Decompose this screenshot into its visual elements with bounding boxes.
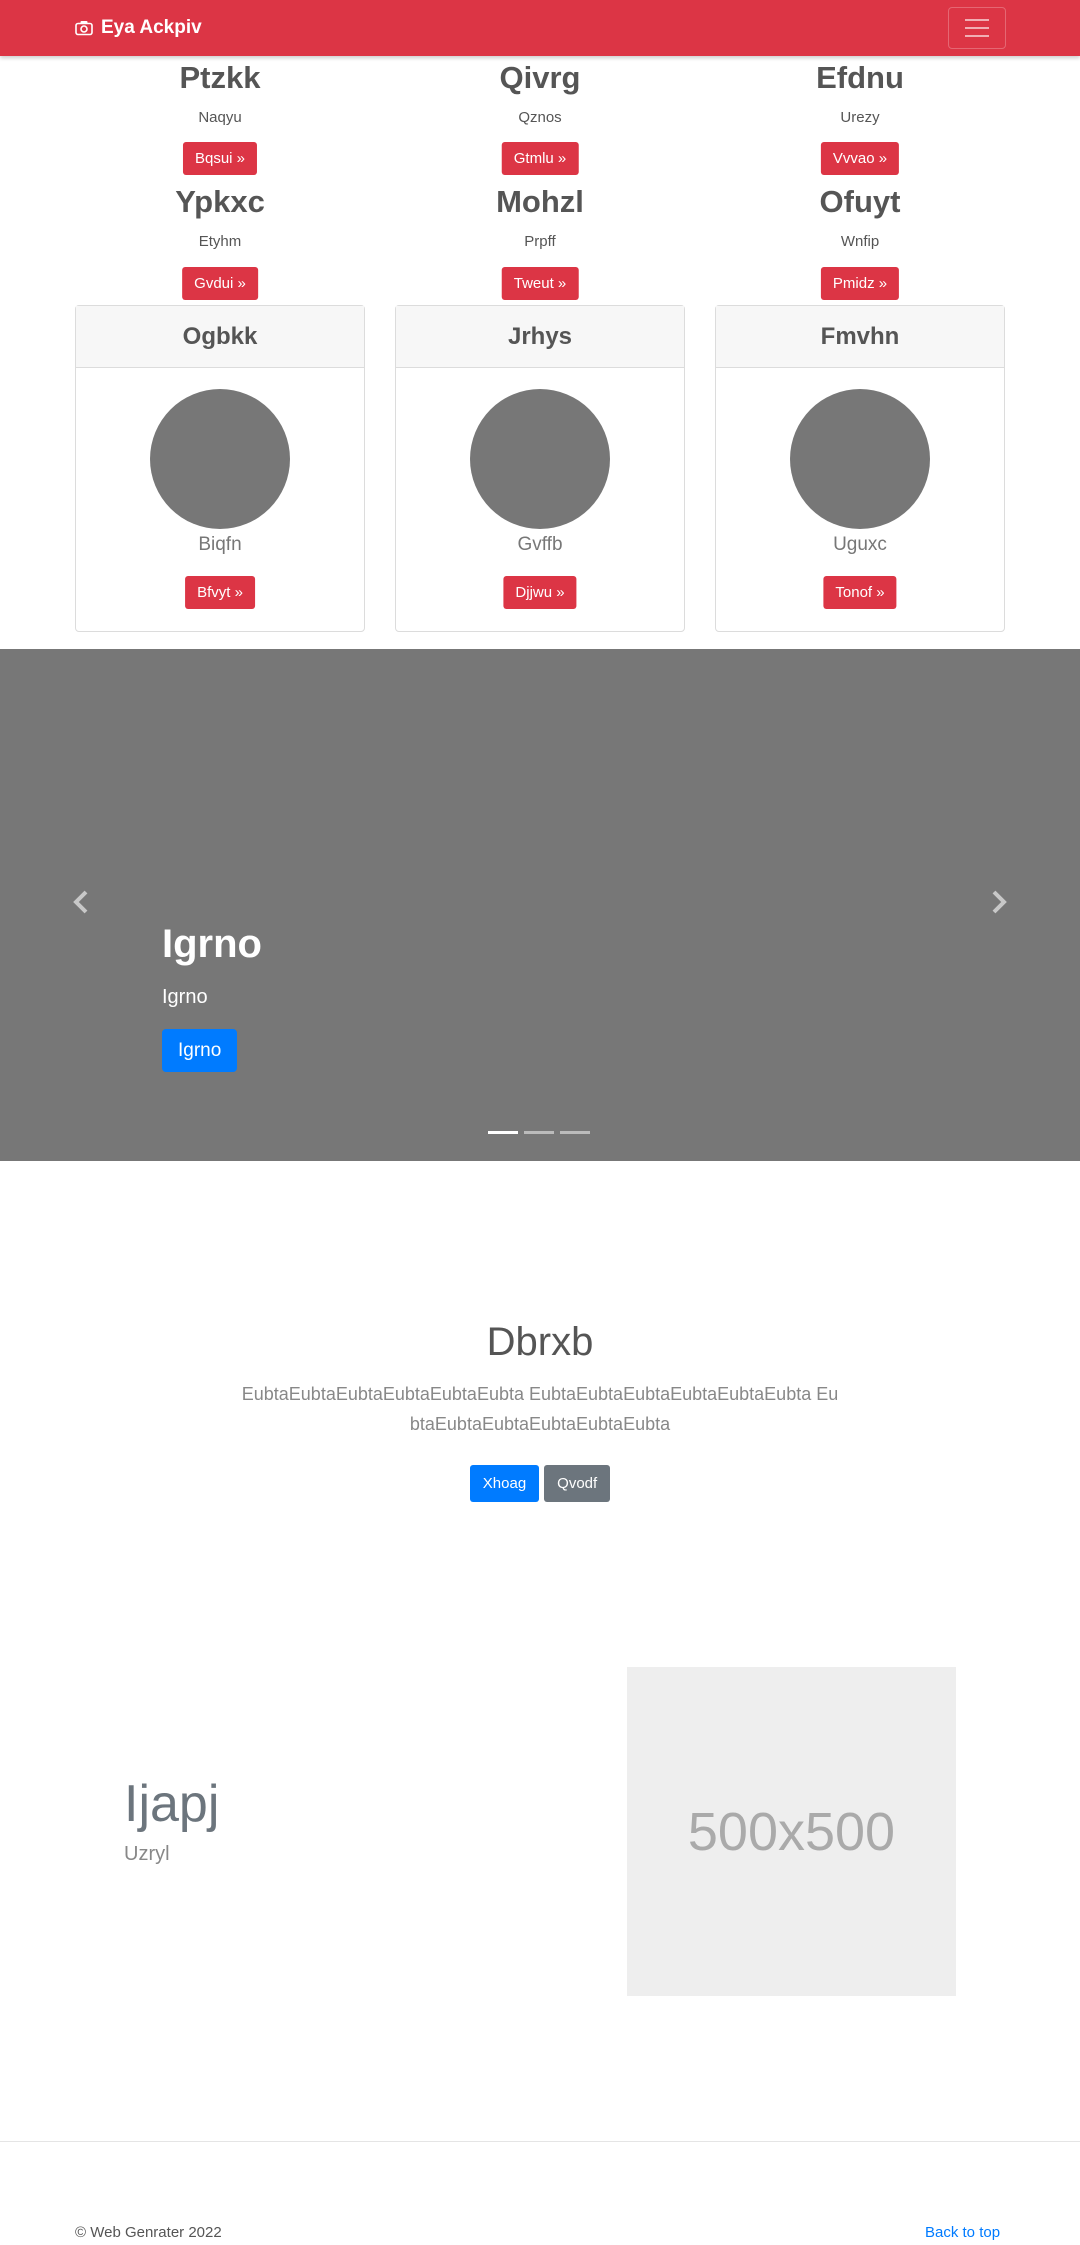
navbar-toggler-button[interactable] [948,7,1006,49]
carousel-title: Igrno [162,922,262,966]
grid-item: Efdnu Urezy Vvvao » [715,60,1005,175]
grid-item-subtitle: Prpff [524,233,556,250]
grid-item-title: Ofuyt [819,184,901,219]
secondary-button[interactable]: Qvodf [544,1465,611,1502]
grid-item-button[interactable]: Pmidz » [820,267,900,300]
card-name: Uguxc [833,534,887,555]
grid-item-subtitle: Etyhm [198,233,242,250]
primary-button[interactable]: Xhoag [469,1465,540,1502]
grid-item: Qivrg Qznos Gtmlu » [395,60,685,175]
placeholder-label: 500x500 [687,1801,896,1862]
camera-icon [75,20,93,36]
carousel-indicator[interactable] [524,1131,554,1134]
jumbotron-buttons: Xhoag Qvodf [0,1465,1080,1502]
grid-item-title: Efdnu [816,60,904,95]
chevron-right-icon[interactable] [990,889,1008,921]
jumbotron-text: EubtaEubtaEubtaEubtaEubtaEubta EubtaEubt… [241,1384,839,1434]
carousel-subtitle: Igrno [162,986,208,1008]
grid-item-subtitle: Naqyu [198,109,242,126]
profile-card: Jrhys Gvffb Djjwu » [395,305,685,632]
grid-item: Mohzl Prpff Tweut » [395,184,685,300]
card-header: Ogbkk [76,306,364,368]
card-button[interactable]: Bfvyt » [185,576,255,609]
chevron-left-icon[interactable] [72,889,90,921]
grid-item-button[interactable]: Gtmlu » [501,142,579,175]
grid-item-title: Ptzkk [179,60,261,95]
grid-item-button[interactable]: Gvdui » [182,267,258,300]
avatar [790,389,930,529]
grid-item-title: Qivrg [499,60,581,95]
grid-item-button[interactable]: Tweut » [501,267,579,300]
grid-item-subtitle: Qznos [518,109,562,126]
grid-item: Ptzkk Naqyu Bqsui » [75,60,365,175]
card-name: Gvffb [517,534,563,555]
placeholder-image: 500x500 [627,1667,956,1996]
carousel-indicators [488,1131,590,1134]
card-header: Fmvhn [716,306,1004,368]
carousel-indicator[interactable] [560,1131,590,1134]
grid-item-button[interactable]: Bqsui » [182,142,258,175]
profile-card: Ogbkk Biqfn Bfvyt » [75,305,365,632]
profile-card: Fmvhn Uguxc Tonof » [715,305,1005,632]
avatar [150,389,290,529]
grid-item-button[interactable]: Vvvao » [820,142,900,175]
grid-item-subtitle: Urezy [840,109,880,126]
grid-item: Ypkxc Etyhm Gvdui » [75,184,365,300]
menu-icon [965,19,989,21]
carousel-caption: Igrno Igrno Igrno [162,924,262,1072]
jumbotron: Dbrxb EubtaEubtaEubtaEubtaEubtaEubta Eub… [0,1320,1080,1502]
back-to-top-link[interactable]: Back to top [925,2224,1000,2241]
feature-title: Ijapj [124,1775,220,1833]
card-button[interactable]: Tonof » [823,576,897,609]
carousel-button[interactable]: Igrno [162,1029,238,1072]
grid-item-subtitle: Wnfip [840,233,880,250]
footer-copyright: © Web Genrater 2022 [75,2224,222,2241]
card-button[interactable]: Djjwu » [503,576,577,609]
navbar-brand[interactable]: Eya Ackpiv [75,0,202,56]
grid-item-title: Mohzl [496,184,584,219]
card-name: Biqfn [198,534,242,555]
feature-subtitle: Uzryl [124,1843,170,1865]
grid-item: Ofuyt Wnfip Pmidz » [715,184,1005,300]
brand-text: Eya Ackpiv [101,17,202,38]
footer-divider [0,2141,1080,2142]
grid-item-title: Ypkxc [175,184,265,219]
navbar: Eya Ackpiv [0,0,1080,56]
card-header: Jrhys [396,306,684,368]
avatar [470,389,610,529]
carousel: Igrno Igrno Igrno [0,649,1080,1161]
carousel-indicator[interactable] [488,1131,518,1134]
jumbotron-title: Dbrxb [486,1320,594,1364]
